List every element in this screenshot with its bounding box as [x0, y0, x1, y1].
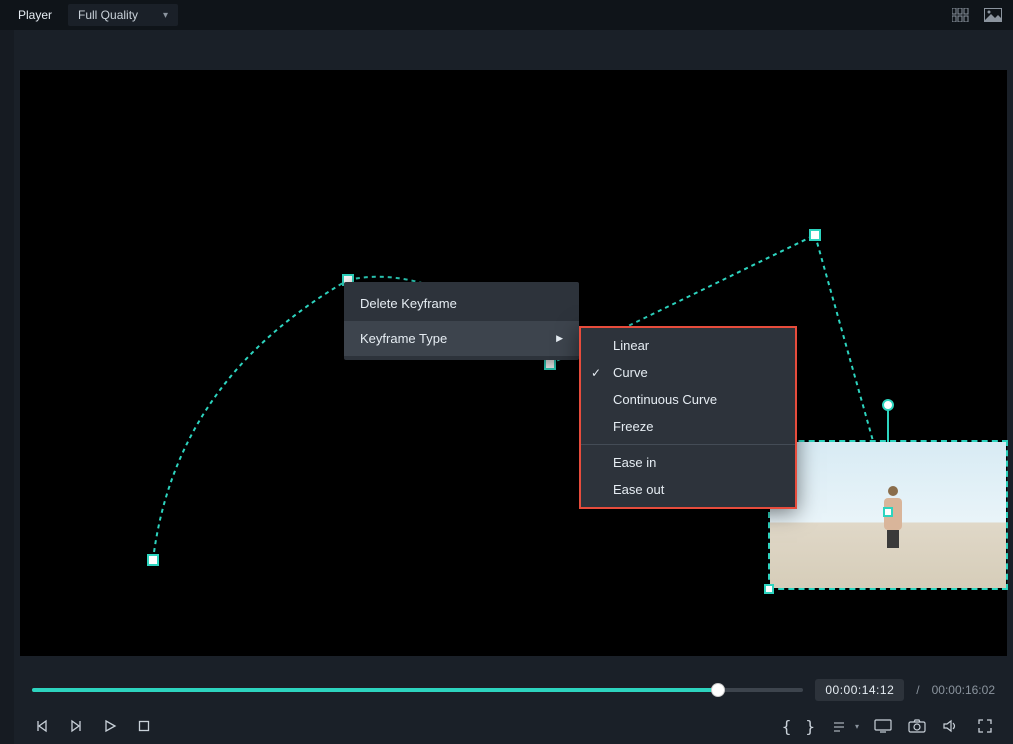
preview-canvas[interactable]: Delete Keyframe Keyframe Type ▶ Linear ✓… — [20, 70, 1007, 656]
mark-out-button[interactable]: } — [805, 717, 815, 736]
display-device-button[interactable] — [873, 716, 893, 736]
menu-item-label: Freeze — [613, 419, 653, 434]
type-continuous-curve[interactable]: Continuous Curve — [581, 386, 795, 413]
motion-path-segment — [153, 280, 348, 560]
menu-item-label: Curve — [613, 365, 648, 380]
check-icon: ✓ — [591, 366, 601, 380]
keyframe-node[interactable] — [545, 359, 555, 369]
menu-separator — [581, 444, 795, 445]
preview-area: Delete Keyframe Keyframe Type ▶ Linear ✓… — [14, 30, 1013, 666]
quality-value: Full Quality — [78, 8, 138, 22]
keyframe-node[interactable] — [810, 230, 820, 240]
type-linear[interactable]: Linear — [581, 332, 795, 359]
current-time[interactable]: 00:00:14:12 — [815, 679, 904, 701]
menu-item-label: Continuous Curve — [613, 392, 717, 407]
chevron-down-icon: ▾ — [855, 722, 859, 731]
menu-item-label: Linear — [613, 338, 649, 353]
mark-in-button[interactable]: { — [782, 717, 792, 736]
time-separator: / — [916, 683, 919, 697]
type-ease-out[interactable]: Ease out — [581, 476, 795, 503]
keyframe-node[interactable] — [148, 555, 158, 565]
scrub-fill — [32, 688, 718, 692]
picture-icon[interactable] — [983, 5, 1003, 25]
total-time: 00:00:16:02 — [932, 683, 995, 697]
snapshot-button[interactable] — [907, 716, 927, 736]
player-topbar: Player Full Quality ▾ — [0, 0, 1013, 30]
menu-item-label: Delete Keyframe — [360, 296, 457, 311]
marker-options-button[interactable] — [829, 716, 849, 736]
scrub-playhead[interactable] — [711, 683, 725, 697]
fullscreen-button[interactable] — [975, 716, 995, 736]
quality-dropdown[interactable]: Full Quality ▾ — [68, 4, 178, 26]
left-rail — [0, 30, 14, 744]
menu-item-label: Ease in — [613, 455, 656, 470]
menu-delete-keyframe[interactable]: Delete Keyframe — [344, 286, 579, 321]
step-back-button[interactable] — [32, 716, 52, 736]
resize-handle[interactable] — [764, 584, 774, 594]
keyframe-type-submenu: Linear ✓ Curve Continuous Curve Freeze E… — [579, 326, 797, 509]
transport-bar: 00:00:14:12 / 00:00:16:02 { } ▾ — [14, 666, 1013, 744]
clip-bounding-box[interactable] — [768, 440, 1008, 590]
play-button[interactable] — [100, 716, 120, 736]
type-curve[interactable]: ✓ Curve — [581, 359, 795, 386]
submenu-arrow-icon: ▶ — [556, 333, 563, 344]
type-freeze[interactable]: Freeze — [581, 413, 795, 440]
grid-layout-icon[interactable] — [951, 5, 971, 25]
menu-item-label: Ease out — [613, 482, 664, 497]
volume-button[interactable] — [941, 716, 961, 736]
menu-keyframe-type[interactable]: Keyframe Type ▶ — [344, 321, 579, 356]
scrub-track[interactable] — [32, 688, 803, 692]
clip-center-keyframe[interactable] — [883, 507, 893, 517]
keyframe-context-menu: Delete Keyframe Keyframe Type ▶ — [344, 282, 579, 360]
player-label: Player — [10, 8, 60, 22]
type-ease-in[interactable]: Ease in — [581, 449, 795, 476]
stop-button[interactable] — [134, 716, 154, 736]
chevron-down-icon: ▾ — [163, 10, 168, 21]
step-forward-button[interactable] — [66, 716, 86, 736]
clip-anchor-icon[interactable] — [881, 398, 895, 442]
menu-item-label: Keyframe Type — [360, 331, 447, 346]
